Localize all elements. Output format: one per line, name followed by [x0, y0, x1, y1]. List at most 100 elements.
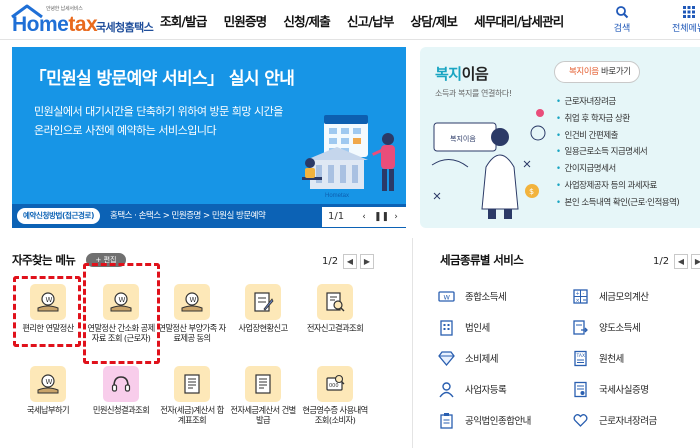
- welfare-title-a: 복지: [435, 65, 462, 83]
- banner-desc-line1: 민원실에서 대기시간을 단축하기 위하여 방문 희망 시간을: [34, 105, 283, 118]
- hometax-logo[interactable]: 안녕한 납세서비스 Hometax 국세청홈택스: [10, 4, 154, 38]
- favorites-title: 자주찾는 메뉴: [12, 253, 76, 267]
- svg-text:=: =: [583, 298, 587, 304]
- service-label: 법인세: [465, 323, 490, 334]
- banner-prev-button[interactable]: ‹: [358, 211, 370, 223]
- highlight-box-easy-year-end: [13, 276, 81, 347]
- nav-report-pay[interactable]: 신고/납부: [347, 11, 394, 30]
- logo-tagline: 안녕한 납세서비스: [46, 6, 83, 12]
- tax-services-prev-button[interactable]: ◀: [674, 254, 688, 269]
- banner-title: 「민원실 방문예약 서비스」 실시 안내: [29, 69, 295, 89]
- service-label: 세금모의계산: [599, 292, 649, 303]
- tax-doc-icon: TAX: [572, 350, 589, 367]
- tax-services-next-button[interactable]: ▶: [691, 254, 700, 269]
- favorite-label: 전자(세금)계산서 합계표조회: [160, 405, 224, 426]
- welfare-go-button[interactable]: 복지이음 바로가기: [554, 61, 640, 83]
- welfare-item[interactable]: 근로자녀장려금: [556, 94, 679, 111]
- favorite-label: 연말정산 부양가족 자료제공 동의: [158, 323, 226, 344]
- person-icon: [438, 381, 455, 398]
- favorite-item-cash-receipt[interactable]: 000 현금영수증 사용내역조회(소비자): [300, 366, 370, 426]
- clipboard-icon: [438, 412, 455, 429]
- headset-icon: [103, 366, 139, 402]
- service-label: 원천세: [599, 354, 624, 365]
- nav-apply-submit[interactable]: 신청/제출: [283, 11, 330, 30]
- heart-hand-icon: [572, 412, 589, 429]
- art-card-label: 복지이음: [450, 134, 476, 143]
- nav-inquiry-issue[interactable]: 조회/발급: [160, 11, 207, 30]
- favorite-item-national-tax-payment[interactable]: W 국세납부하기: [13, 366, 83, 415]
- service-label: 소비제세: [465, 354, 498, 365]
- office-illustration: Hometax: [302, 115, 395, 199]
- welfare-item[interactable]: 사업장제공자 등의 과세자료: [556, 178, 679, 195]
- transfer-doc-icon: [572, 319, 589, 336]
- svg-text:$: $: [529, 187, 534, 196]
- service-public-interest-corp[interactable]: 공익법인종합안내: [438, 410, 531, 430]
- document-pen-icon: [245, 284, 281, 320]
- welfare-item[interactable]: 간이지급명세서: [556, 161, 679, 178]
- visit-reservation-banner[interactable]: 「민원실 방문예약 서비스」 실시 안내 민원실에서 대기시간을 단축하기 위하…: [12, 47, 406, 228]
- route-path: 홈택스 · 손택스 > 민원증명 > 민원실 방문예약: [110, 211, 266, 221]
- nav-civil-certificate[interactable]: 민원증명: [224, 11, 268, 30]
- certificate-icon: [572, 381, 589, 398]
- banner-desc-line2: 온라인으로 사전에 예약하는 서비스입니다: [34, 124, 217, 137]
- building-icon: [438, 319, 455, 336]
- service-global-income-tax[interactable]: W 종합소득세: [438, 286, 507, 306]
- favorite-item-e-filing-result[interactable]: 전자신고결과조회: [300, 284, 370, 333]
- welfare-item[interactable]: 인건비 간편제출: [556, 128, 679, 145]
- favorites-next-button[interactable]: ▶: [360, 254, 374, 269]
- favorite-item-dependent-consent[interactable]: W 연말정산 부양가족 자료제공 동의: [157, 284, 227, 344]
- calculator-icon: + - × =: [572, 288, 589, 305]
- welfare-illustration: 복지이음 $: [431, 109, 546, 219]
- search-label: 검색: [613, 24, 631, 34]
- service-label: 종합소득세: [465, 292, 507, 303]
- logo-brand-home: Home: [12, 13, 69, 36]
- service-label: 국세사실증명: [599, 385, 649, 396]
- favorite-item-e-invoice-issue[interactable]: 전자세금계산서 건별발급: [228, 366, 298, 426]
- service-tax-certificate[interactable]: 국세사실증명: [572, 379, 649, 399]
- favorite-item-business-status[interactable]: 사업장현황신고: [228, 284, 298, 333]
- diamond-icon: [438, 350, 455, 367]
- welfare-title: 복지이음: [435, 63, 489, 84]
- service-label: 근로자녀장려금: [599, 416, 657, 427]
- highlight-box-simplified-deduction: [83, 263, 160, 364]
- favorite-item-civil-result[interactable]: 민원신청결과조회: [86, 366, 156, 415]
- welfare-link-panel: 복지이음 소득과 복지를 연결하다! 복지이음 바로가기 복지이음 $ 근로자녀…: [420, 47, 700, 228]
- welfare-service-list: 근로자녀장려금 취업 후 학자금 상환 인건비 간편제출 일용근로소득 지급명세…: [556, 94, 680, 212]
- service-business-registration[interactable]: 사업자등록: [438, 379, 507, 399]
- document-list-icon: [245, 366, 281, 402]
- top-header: 안녕한 납세서비스 Hometax 국세청홈택스 조회/발급 민원증명 신청/제…: [0, 0, 700, 40]
- service-consumption-tax[interactable]: 소비제세: [438, 348, 498, 368]
- favorites-prev-button[interactable]: ◀: [343, 254, 357, 269]
- banner-next-button[interactable]: ›: [390, 211, 402, 223]
- nav-consult-report[interactable]: 상담/제보: [411, 11, 458, 30]
- favorite-label: 사업장현황신고: [238, 323, 288, 333]
- document-list-icon: [174, 366, 210, 402]
- service-tax-simulation[interactable]: + - × = 세금모의계산: [572, 286, 649, 306]
- service-earned-income-tax-credit[interactable]: 근로자녀장려금: [572, 410, 657, 430]
- svg-text:-: -: [583, 291, 585, 297]
- service-withholding-tax[interactable]: TAX 원천세: [572, 348, 624, 368]
- service-corporate-tax[interactable]: 법인세: [438, 317, 490, 337]
- welfare-item[interactable]: 취업 후 학자금 상환: [556, 111, 679, 128]
- tax-services-pager: 1/2: [653, 256, 670, 267]
- favorite-label: 국세납부하기: [26, 405, 70, 415]
- search-button[interactable]: 검색: [604, 5, 640, 34]
- all-menu-label: 전체메뉴: [672, 24, 700, 34]
- svg-text:TAX: TAX: [576, 353, 586, 359]
- welfare-go-b: 바로가기: [598, 67, 631, 77]
- all-menu-button[interactable]: 전체메뉴: [672, 5, 700, 34]
- svg-text:W: W: [46, 378, 53, 386]
- welfare-go-a: 복지이음: [569, 67, 599, 77]
- logo-brand-tax: tax: [68, 13, 98, 36]
- welfare-item[interactable]: 본인 소득내역 확인(근로·인적용역): [556, 195, 680, 212]
- money-icon: W: [438, 288, 455, 305]
- service-capital-gains-tax[interactable]: 양도소득세: [572, 317, 641, 337]
- document-search-icon: [317, 284, 353, 320]
- banner-pause-button[interactable]: ❚❚: [374, 211, 389, 223]
- svg-text:000: 000: [329, 383, 339, 389]
- logo-korean-name: 국세청홈택스: [96, 21, 154, 34]
- favorite-item-e-invoice-summary[interactable]: 전자(세금)계산서 합계표조회: [157, 366, 227, 426]
- service-label: 사업자등록: [465, 385, 507, 396]
- welfare-item[interactable]: 일용근로소득 지급명세서: [556, 144, 679, 161]
- nav-tax-agent[interactable]: 세무대리/납세관리: [474, 11, 564, 30]
